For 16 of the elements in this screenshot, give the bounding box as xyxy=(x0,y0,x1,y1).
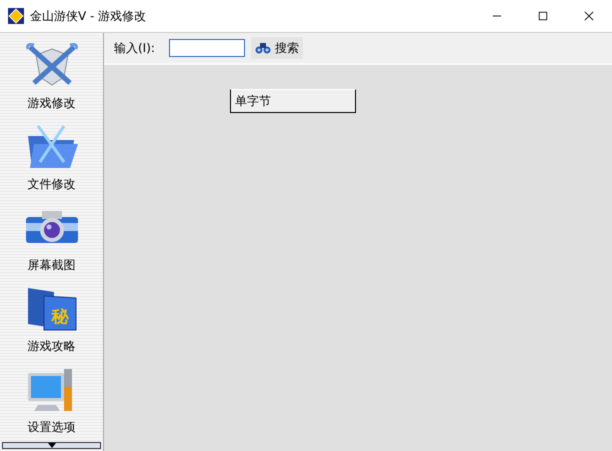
sidebar-label[interactable]: 屏幕截图 xyxy=(28,257,76,274)
sidebar-label[interactable]: 文件修改 xyxy=(28,176,76,193)
input-field[interactable] xyxy=(168,39,245,57)
scroll-down-button[interactable] xyxy=(2,442,101,449)
search-button[interactable]: 搜索 xyxy=(250,37,303,59)
window-title: 金山游侠V - 游戏修改 xyxy=(30,8,146,24)
sidebar-label[interactable]: 游戏攻略 xyxy=(28,338,76,355)
app-logo-icon xyxy=(8,8,24,24)
input-label: 输入(I): xyxy=(114,40,155,56)
close-icon[interactable] xyxy=(584,11,594,21)
sidebar-label[interactable]: 设置选项 xyxy=(28,419,76,436)
binoculars-icon xyxy=(254,42,271,54)
caret-down-icon xyxy=(48,443,56,448)
maximize-icon[interactable] xyxy=(538,11,548,21)
sidebar-label[interactable]: 游戏修改 xyxy=(28,95,76,112)
menu-item[interactable]: 单字节 xyxy=(230,89,356,113)
